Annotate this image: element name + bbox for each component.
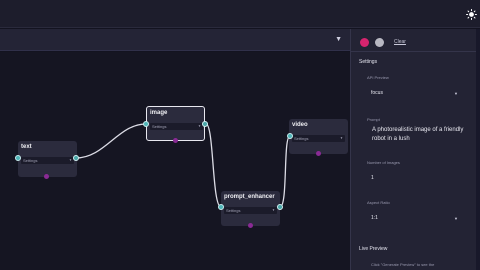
node-image[interactable]: image Settings ▼	[146, 106, 205, 143]
number-of-images-label: Number of Images	[367, 160, 400, 165]
settings-panel: Clear Settings API Preview focus ▼ Promp…	[350, 29, 477, 270]
aspect-ratio-select[interactable]: 1:1	[371, 215, 378, 221]
clear-link[interactable]: Clear	[394, 39, 406, 45]
node-settings-select[interactable]: Settings ▼	[224, 207, 277, 214]
input-port[interactable]	[287, 133, 293, 139]
settings-title: Settings	[359, 59, 378, 65]
chevron-down-icon: ▼	[69, 158, 72, 162]
node-settings-label: Settings	[152, 124, 167, 129]
sun-icon[interactable]	[466, 9, 477, 20]
node-settings-select[interactable]: Settings ▼	[21, 157, 74, 164]
chevron-down-icon[interactable]: ▼	[454, 91, 458, 96]
node-settings-select[interactable]: Settings ▼	[292, 135, 345, 142]
prompt-label: Prompt	[367, 117, 380, 122]
output-dot	[44, 174, 49, 179]
live-preview-title: Live Preview	[359, 246, 388, 252]
node-settings-select[interactable]: Settings ▼	[150, 123, 203, 130]
node-title: text	[21, 144, 32, 150]
output-port[interactable]	[277, 204, 283, 210]
node-settings-label: Settings	[23, 158, 38, 163]
canvas-toolbar: ▼	[0, 29, 350, 51]
output-dot	[173, 138, 178, 143]
api-preview-select[interactable]: focus	[371, 90, 383, 96]
api-preview-label: API Preview	[367, 75, 389, 80]
input-port[interactable]	[15, 155, 21, 161]
number-of-images-input[interactable]: 1	[371, 175, 374, 181]
node-title: prompt_enhancer	[224, 194, 275, 200]
chevron-down-icon: ▼	[272, 208, 275, 212]
output-dot	[248, 223, 253, 228]
app-header	[0, 0, 480, 28]
node-video[interactable]: video Settings ▼	[289, 119, 348, 156]
node-settings-label: Settings	[294, 136, 309, 141]
input-port[interactable]	[143, 121, 149, 127]
input-port[interactable]	[218, 204, 224, 210]
color-swatch-secondary[interactable]	[375, 38, 384, 47]
chevron-down-icon[interactable]: ▼	[454, 216, 458, 221]
color-swatch-primary[interactable]	[360, 38, 369, 47]
output-port[interactable]	[202, 121, 208, 127]
live-preview-hint: Click "Generate Preview" to see the	[371, 262, 435, 267]
prompt-textarea[interactable]: A photorealistic image of a friendly rob…	[372, 126, 468, 144]
output-port[interactable]	[73, 155, 79, 161]
panel-divider	[351, 51, 477, 52]
output-dot	[316, 151, 321, 156]
node-title: image	[150, 110, 168, 116]
chevron-down-icon: ▼	[198, 124, 201, 128]
node-settings-label: Settings	[226, 208, 241, 213]
chevron-down-icon: ▼	[340, 136, 343, 140]
chevron-down-icon[interactable]: ▼	[335, 36, 342, 43]
aspect-ratio-label: Aspect Ratio	[367, 200, 390, 205]
node-text[interactable]: text Settings ▼	[18, 141, 77, 179]
node-title: video	[292, 122, 308, 128]
node-prompt-enhancer[interactable]: prompt_enhancer Settings ▼	[221, 191, 280, 228]
panel-scrollbar[interactable]	[476, 29, 480, 270]
